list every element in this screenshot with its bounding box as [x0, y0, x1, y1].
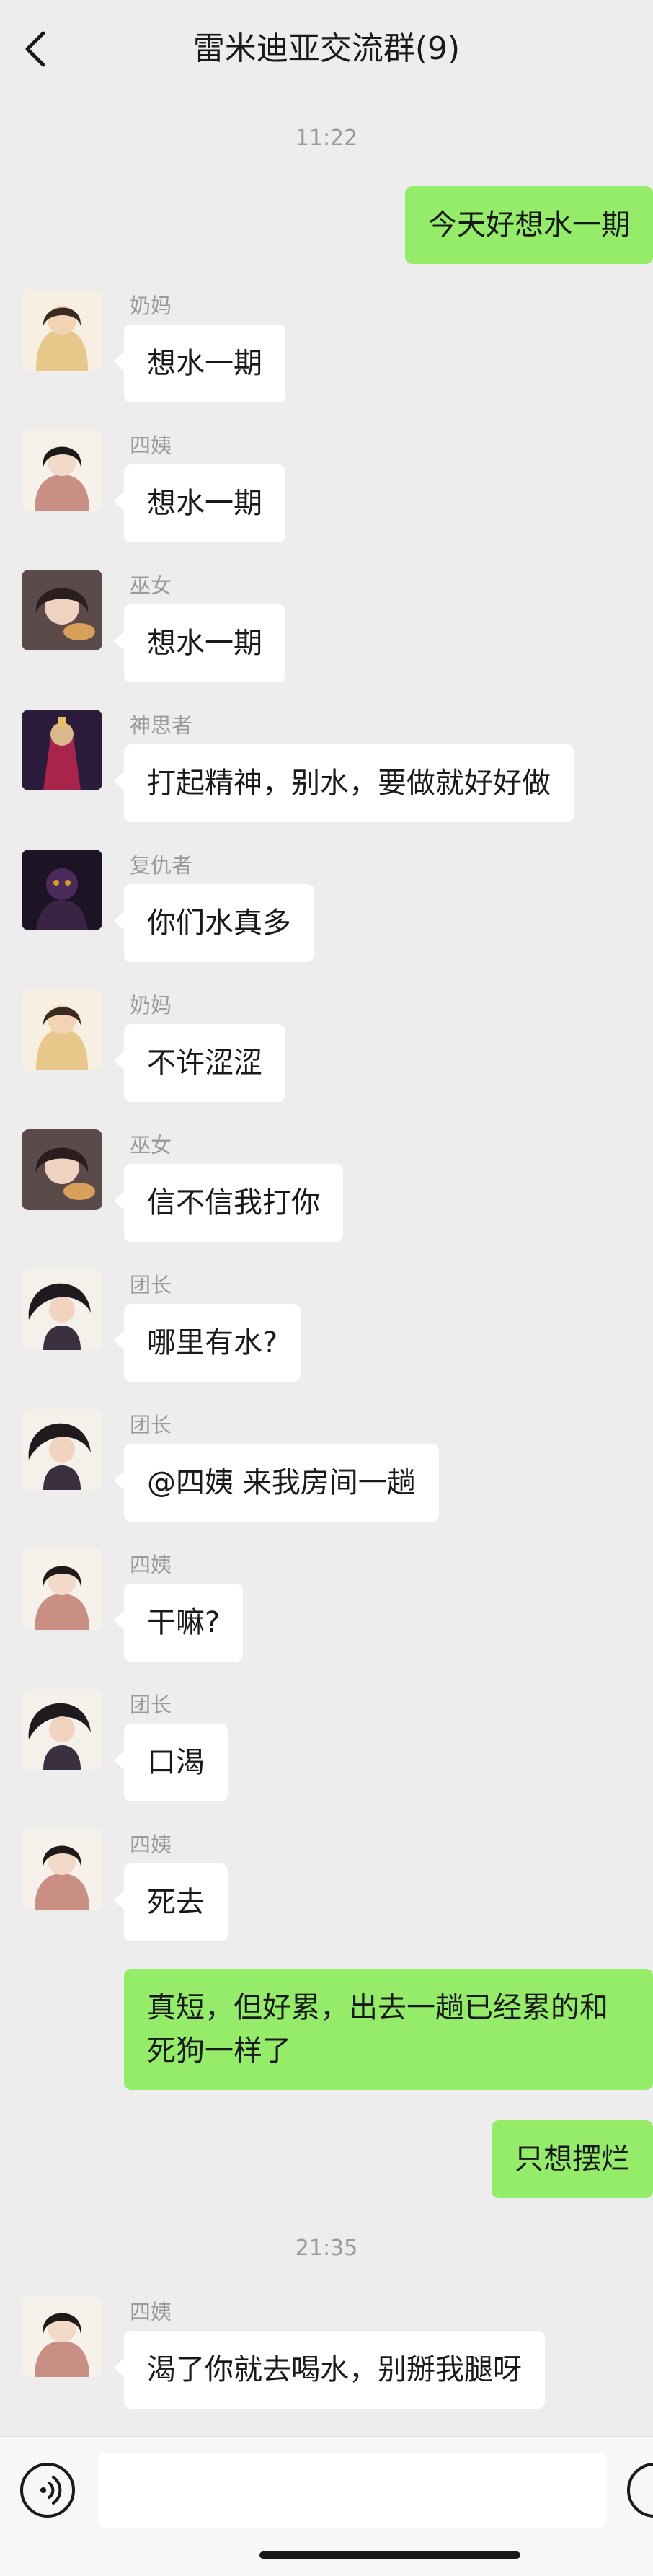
avatar[interactable] [22, 989, 102, 1070]
sender-name: 巫女 [130, 573, 172, 598]
sender-name: 团长 [130, 1693, 172, 1717]
sender-name: 奶妈 [130, 294, 172, 318]
emoji-icon[interactable] [627, 2463, 653, 2518]
avatar[interactable] [22, 850, 102, 930]
message-bubble[interactable]: @四姨 来我房间一趟 [124, 1444, 439, 1522]
voice-icon[interactable] [20, 2463, 75, 2518]
chat-header: 雷米迪亚交流群(9) [0, 0, 653, 98]
avatar[interactable] [22, 1129, 102, 1210]
avatar[interactable] [22, 430, 102, 511]
sender-name: 团长 [130, 1413, 172, 1437]
message-bubble[interactable]: 你们水真多 [124, 884, 314, 962]
message-bubble[interactable]: 打起精神，别水，要做就好好做 [124, 744, 574, 822]
message-bubble[interactable]: 想水一期 [124, 464, 285, 542]
my-message-bubble[interactable]: 只想摆烂 [492, 2120, 653, 2198]
avatar[interactable] [22, 570, 102, 650]
message-bubble[interactable]: 干嘛? [124, 1584, 244, 1662]
message-bubble[interactable]: 信不信我打你 [124, 1164, 343, 1242]
avatar[interactable] [22, 1829, 102, 1910]
sender-name: 四姨 [130, 1832, 172, 1857]
sender-name: 四姨 [130, 2300, 172, 2324]
message-bubble[interactable]: 死去 [124, 1863, 228, 1941]
message-bubble[interactable]: 口渴 [124, 1724, 228, 1801]
avatar[interactable] [22, 2296, 102, 2377]
timestamp: 21:35 [295, 2236, 358, 2261]
sender-name: 奶妈 [130, 993, 172, 1018]
avatar[interactable] [22, 290, 102, 371]
message-bubble[interactable]: 想水一期 [124, 604, 285, 682]
avatar[interactable] [22, 1549, 102, 1630]
sender-name: 神思者 [130, 713, 193, 738]
my-message-bubble[interactable]: 今天好想水一期 [405, 186, 653, 264]
sender-name: 四姨 [130, 1553, 172, 1577]
message-bubble[interactable]: 哪里有水? [124, 1304, 301, 1382]
message-bubble[interactable]: 想水一期 [124, 325, 285, 402]
home-indicator [259, 2551, 520, 2559]
avatar[interactable] [22, 710, 102, 790]
sender-name: 四姨 [130, 433, 172, 458]
message-bubble[interactable]: 不许涩涩 [124, 1024, 285, 1102]
chat-title: 雷米迪亚交流群(9) [192, 30, 461, 67]
avatar[interactable] [22, 1269, 102, 1350]
message-bubble[interactable]: 渴了你就去喝水，别掰我腿呀 [124, 2331, 545, 2409]
sender-name: 团长 [130, 1273, 172, 1297]
my-message-bubble[interactable]: 真短，但好累，出去一趟已经累的和死狗一样了 [124, 1969, 653, 2090]
sender-name: 复仇者 [130, 853, 193, 878]
avatar[interactable] [22, 1689, 102, 1770]
avatar[interactable] [22, 1409, 102, 1490]
message-input[interactable] [98, 2453, 607, 2528]
timestamp: 11:22 [295, 125, 358, 151]
sender-name: 巫女 [130, 1133, 172, 1157]
